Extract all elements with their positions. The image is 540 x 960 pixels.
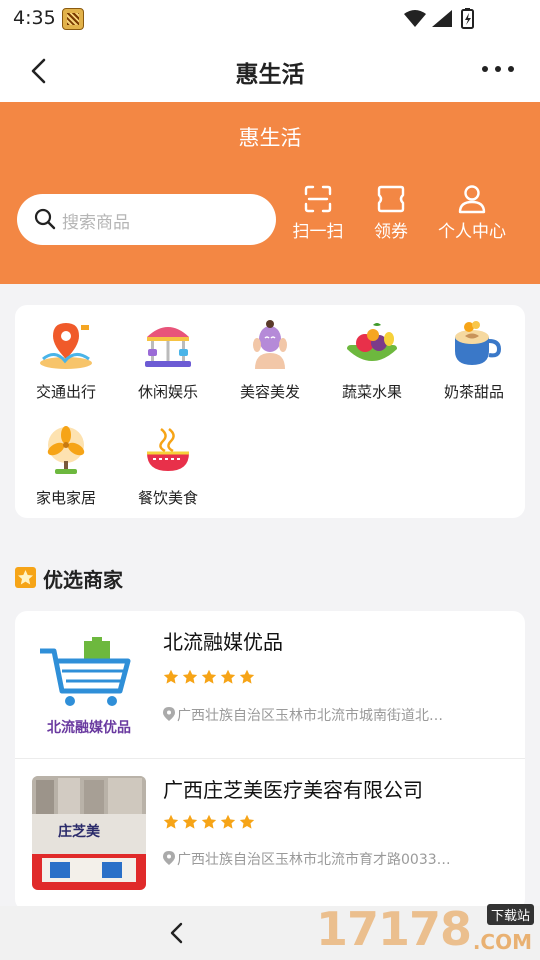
header-title: 惠生活 bbox=[238, 126, 302, 150]
status-bar: 4:35 bbox=[0, 0, 540, 36]
category-label: 奶茶甜品 bbox=[443, 383, 504, 401]
search-placeholder: 搜索商品 bbox=[62, 213, 130, 233]
category-leisure[interactable]: 休闲娱乐 bbox=[117, 319, 219, 402]
merchant-logo: 北流融媒优品 bbox=[32, 629, 146, 743]
location-pin-icon bbox=[163, 851, 175, 865]
star-icon bbox=[220, 669, 236, 684]
fan-icon bbox=[47, 426, 85, 474]
merchant-address: 广西壮族自治区玉林市北流市育才路0033… bbox=[177, 852, 451, 868]
star-icon bbox=[182, 814, 198, 829]
scan-label: 扫一扫 bbox=[292, 222, 344, 242]
watermark-logo: 17178 下载站 .COM bbox=[316, 898, 538, 960]
category-label: 家电家居 bbox=[35, 489, 96, 507]
rating-stars bbox=[163, 814, 258, 832]
section-title: 优选商家 bbox=[43, 568, 123, 592]
watermark-brand: 17178 bbox=[316, 902, 472, 956]
category-label: 交通出行 bbox=[35, 383, 96, 401]
star-badge-icon bbox=[15, 567, 36, 588]
category-label: 休闲娱乐 bbox=[137, 383, 198, 401]
header-banner: 惠生活 搜索商品 扫一扫 领券 个人中心 bbox=[0, 102, 540, 284]
star-icon bbox=[239, 669, 255, 684]
status-time: 4:35 bbox=[13, 7, 56, 29]
search-icon bbox=[34, 208, 56, 230]
noodles-icon bbox=[147, 428, 189, 471]
category-beauty[interactable]: 美容美发 bbox=[219, 319, 321, 402]
rating-stars bbox=[163, 669, 258, 687]
user-center-button[interactable]: 个人中心 bbox=[432, 184, 512, 242]
coupon-label: 领券 bbox=[374, 222, 408, 242]
category-milktea[interactable]: 奶茶甜品 bbox=[423, 319, 525, 402]
notification-app-icon bbox=[62, 8, 84, 30]
category-appliance[interactable]: 家电家居 bbox=[15, 425, 117, 508]
merchant-item[interactable]: 庄芝美 广西庄芝美医疗美容有限公司 广西壮族自治区玉林市北流市育才路0033… bbox=[15, 759, 525, 905]
category-fruit[interactable]: 蔬菜水果 bbox=[321, 319, 423, 402]
star-icon bbox=[163, 814, 179, 829]
star-icon bbox=[163, 669, 179, 684]
merchant-address-row: 广西壮族自治区玉林市北流市育才路0033… bbox=[163, 849, 511, 869]
merchant-list: 北流融媒优品 北流融媒优品 广西壮族自治区玉林市北流市城南街道北… 庄芝美 广西… bbox=[15, 611, 525, 911]
star-icon bbox=[239, 814, 255, 829]
category-label: 美容美发 bbox=[239, 383, 300, 401]
merchant-address: 广西壮族自治区玉林市北流市城南街道北… bbox=[177, 708, 443, 724]
nav-bar: 惠生活 bbox=[0, 36, 540, 102]
merchant-name: 广西庄芝美医疗美容有限公司 bbox=[163, 778, 423, 802]
category-transport[interactable]: 交通出行 bbox=[15, 319, 117, 402]
coffee-icon bbox=[455, 321, 502, 365]
battery-icon bbox=[461, 8, 474, 29]
star-icon bbox=[182, 669, 198, 684]
coupon-button[interactable]: 领券 bbox=[371, 184, 411, 242]
category-label: 蔬菜水果 bbox=[341, 383, 402, 401]
star-icon bbox=[220, 814, 236, 829]
scan-button[interactable]: 扫一扫 bbox=[289, 184, 347, 242]
fruit-icon bbox=[347, 323, 397, 361]
beauty-icon bbox=[253, 320, 287, 369]
transport-icon bbox=[40, 323, 92, 369]
page-title: 惠生活 bbox=[235, 62, 305, 88]
coupon-icon bbox=[377, 185, 405, 213]
search-input[interactable]: 搜索商品 bbox=[17, 194, 276, 245]
status-icons bbox=[404, 8, 474, 29]
user-center-label: 个人中心 bbox=[438, 222, 506, 242]
merchant-name: 北流融媒优品 bbox=[163, 630, 283, 654]
location-pin-icon bbox=[163, 707, 175, 721]
system-back-icon[interactable] bbox=[164, 920, 190, 946]
more-icon[interactable] bbox=[480, 58, 516, 80]
storefront-sign: 庄芝美 bbox=[58, 824, 100, 840]
star-icon bbox=[201, 814, 217, 829]
signal-icon bbox=[432, 10, 452, 27]
scan-icon bbox=[304, 185, 332, 213]
merchant-item[interactable]: 北流融媒优品 北流融媒优品 广西壮族自治区玉林市北流市城南街道北… bbox=[15, 611, 525, 757]
star-icon bbox=[201, 669, 217, 684]
carousel-icon bbox=[145, 327, 191, 367]
category-grid: 交通出行 休闲娱乐 美容美发 蔬菜水果 奶茶甜品 家电家居 餐饮美食 bbox=[15, 305, 525, 518]
watermark-sub: .COM bbox=[472, 930, 532, 954]
logo-text: 北流融媒优品 bbox=[47, 720, 131, 736]
wifi-icon bbox=[404, 10, 426, 27]
watermark-tag: 下载站 bbox=[486, 904, 534, 925]
user-icon bbox=[458, 185, 486, 214]
merchant-photo: 庄芝美 bbox=[32, 776, 146, 890]
merchant-address-row: 广西壮族自治区玉林市北流市城南街道北… bbox=[163, 705, 511, 725]
category-food[interactable]: 餐饮美食 bbox=[117, 425, 219, 508]
category-label: 餐饮美食 bbox=[137, 489, 198, 507]
